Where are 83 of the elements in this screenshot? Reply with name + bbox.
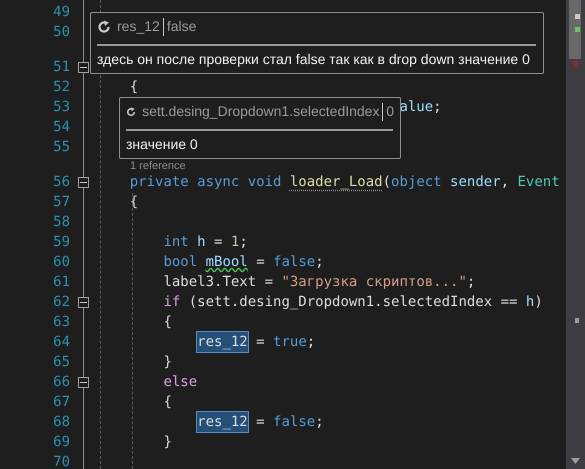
method-name: loader_Load	[290, 173, 383, 192]
line-number: 49	[52, 2, 71, 22]
variable-value[interactable]: 0	[386, 101, 394, 122]
line-number: 61	[52, 272, 71, 292]
string-literal: "Загрузка скриптов..."	[281, 273, 467, 292]
line-number: 57	[52, 192, 71, 212]
scroll-marker	[575, 318, 579, 323]
keyword: if	[163, 293, 180, 312]
code-text: ;	[239, 233, 248, 252]
fold-toggle-icon[interactable]	[78, 62, 89, 72]
scroll-marker	[575, 14, 580, 19]
refresh-icon[interactable]	[126, 104, 136, 118]
line-number: 60	[52, 252, 71, 272]
keyword: true	[273, 333, 307, 352]
code-text: {	[130, 193, 138, 212]
line-number: 69	[52, 432, 71, 452]
line-number: 51	[52, 58, 71, 76]
variable-value[interactable]: false	[166, 16, 196, 37]
keyword: private async void	[130, 173, 282, 192]
code-text: label3.Text =	[163, 273, 274, 292]
variable-name: res_12	[117, 17, 160, 36]
keyword: bool	[163, 253, 198, 272]
line-number: 58	[52, 212, 71, 232]
reference-count-link[interactable]: 1 reference	[130, 161, 186, 172]
code-text: ;	[466, 273, 476, 292]
keyword: false	[273, 413, 316, 432]
variable-name: mBool	[206, 253, 248, 272]
scroll-marker	[573, 61, 578, 67]
number-literal: 1	[230, 233, 240, 252]
code-text: ;	[306, 333, 316, 352]
line-number: 50	[52, 22, 71, 42]
scrollbar[interactable]	[566, 0, 585, 469]
variable-name: h	[526, 293, 534, 312]
code-text: =	[214, 233, 222, 252]
code-text: ,	[500, 173, 510, 192]
keyword: object	[391, 173, 442, 192]
code-text: {	[163, 313, 172, 332]
variable-name: h	[197, 233, 206, 252]
line-number: 66	[52, 372, 71, 392]
highlighted-identifier: res_12	[197, 332, 248, 352]
code-text: =	[256, 333, 265, 352]
code-text: }	[163, 433, 172, 452]
code-text: ;	[315, 253, 324, 272]
keyword: false	[273, 253, 316, 272]
code-text: =	[256, 413, 265, 432]
variable-name: sett.desing_Dropdown1.selectedIndex	[142, 102, 380, 121]
line-number: 54	[52, 118, 71, 136]
line-number: 52	[52, 78, 71, 96]
line-number: 64	[52, 332, 71, 352]
code-text: {	[130, 78, 138, 97]
type-name: Event	[518, 173, 560, 192]
fold-toggle-icon[interactable]	[78, 296, 89, 308]
code-text: {	[163, 393, 172, 412]
scrollbar-thumb[interactable]	[569, 0, 581, 59]
line-number: 67	[52, 392, 71, 412]
scroll-down-icon[interactable]	[571, 458, 580, 464]
variable-name: alue	[399, 98, 434, 117]
line-number: 62	[52, 292, 71, 312]
datatip-comment: значение 0	[126, 135, 199, 154]
code-text: }	[163, 353, 172, 372]
keyword: int	[163, 233, 189, 252]
code-text: ;	[433, 98, 442, 117]
line-number: 53	[52, 98, 71, 116]
line-number: 70	[52, 452, 71, 469]
line-number: 63	[52, 312, 71, 332]
code-text: =	[256, 253, 265, 272]
fold-toggle-icon[interactable]	[78, 376, 89, 388]
highlighted-identifier: res_12	[197, 412, 248, 432]
line-number: 68	[52, 412, 71, 432]
datatip-comment: здесь он после проверки стал false так как в drop down значение 0	[97, 50, 531, 69]
code-text: (	[382, 173, 392, 192]
scroll-marker	[575, 27, 580, 32]
code-text: (sett.desing_Dropdown1.selectedIndex ==	[188, 293, 518, 312]
code-text: )	[534, 293, 543, 312]
fold-toggle-icon[interactable]	[78, 176, 89, 188]
line-number: 59	[52, 232, 71, 252]
refresh-icon[interactable]	[97, 20, 111, 34]
line-number: 65	[52, 352, 71, 372]
keyword: else	[163, 373, 198, 392]
variable-name: sender	[450, 173, 501, 192]
line-number: 56	[52, 172, 71, 192]
code-text: ;	[315, 413, 324, 432]
line-number: 55	[52, 138, 71, 156]
